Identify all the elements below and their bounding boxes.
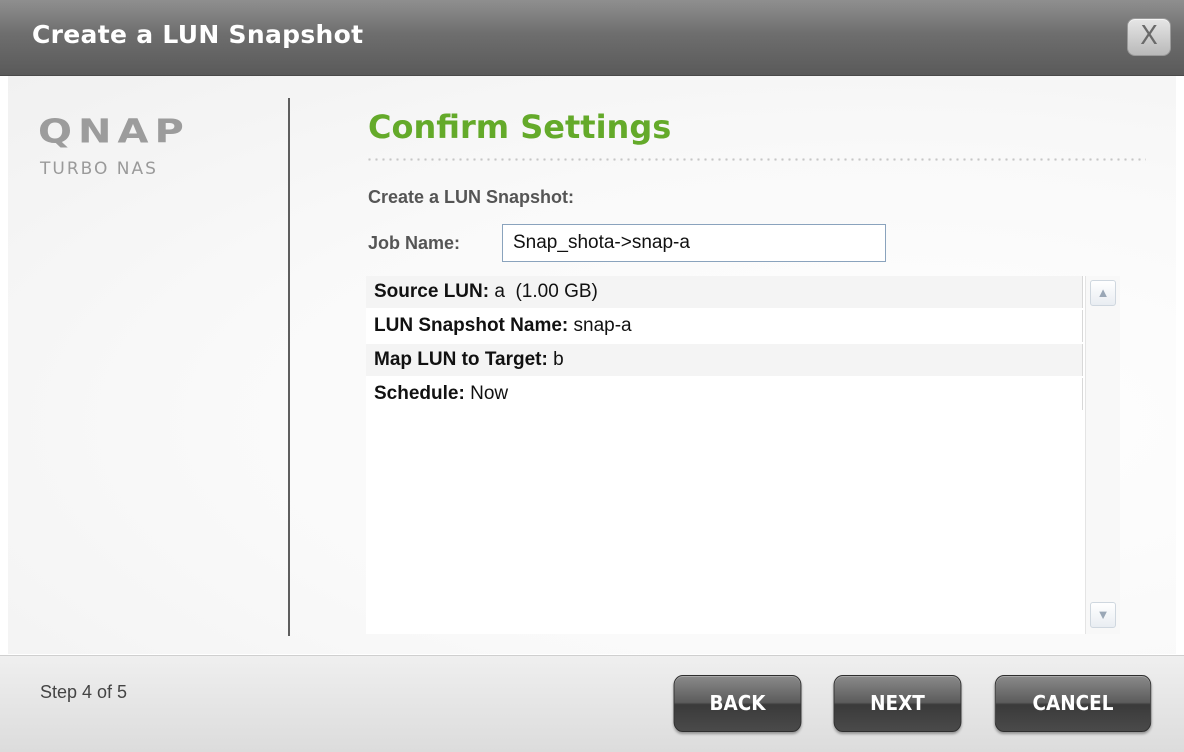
summary-row-snapshot-name: LUN Snapshot Name: snap-a: [366, 310, 1083, 342]
create-lun-snapshot-dialog: Create a LUN Snapshot X QNAP TURBO NAS C…: [0, 0, 1184, 752]
section-subheading: Create a LUN Snapshot:: [368, 187, 575, 207]
vertical-divider: [288, 98, 290, 636]
summary-value: a (1.00 GB): [489, 281, 598, 302]
scroll-down-button[interactable]: ▼: [1090, 602, 1116, 628]
job-name-input[interactable]: Snap_shota->snap-a: [502, 224, 886, 262]
summary-key: Schedule:: [374, 383, 465, 404]
step-indicator: Step 4 of 5: [40, 682, 128, 702]
title-bar: Create a LUN Snapshot X: [0, 0, 1184, 76]
back-button[interactable]: BACK: [673, 675, 802, 732]
settings-summary-list: Source LUN: a (1.00 GB) LUN Snapshot Nam…: [366, 276, 1120, 634]
chevron-up-icon: ▲: [1096, 285, 1110, 300]
chevron-down-icon: ▼: [1096, 607, 1110, 622]
next-button[interactable]: NEXT: [833, 675, 962, 732]
cancel-button[interactable]: CANCEL: [994, 675, 1152, 732]
summary-key: Map LUN to Target:: [374, 349, 548, 370]
scroll-up-button[interactable]: ▲: [1090, 280, 1116, 306]
summary-key: LUN Snapshot Name:: [374, 315, 569, 336]
summary-key: Source LUN:: [374, 281, 490, 302]
close-button[interactable]: X: [1127, 18, 1171, 56]
summary-value: snap-a: [568, 315, 632, 336]
summary-row-map-target: Map LUN to Target: b: [366, 344, 1083, 376]
close-icon: X: [1140, 21, 1158, 51]
window-title: Create a LUN Snapshot: [32, 20, 364, 49]
dotted-separator: [366, 158, 1146, 161]
summary-row-source-lun: Source LUN: a (1.00 GB): [366, 276, 1083, 308]
page-heading: Confirm Settings: [368, 108, 672, 146]
turbo-nas-logo-text: TURBO NAS: [40, 159, 158, 179]
vertical-scrollbar[interactable]: ▲ ▼: [1085, 276, 1120, 634]
job-name-label: Job Name:: [368, 233, 461, 253]
summary-value: b: [547, 349, 564, 370]
summary-value: Now: [464, 383, 509, 404]
qnap-logo: QNAP: [38, 113, 190, 151]
summary-row-schedule: Schedule: Now: [366, 378, 1083, 410]
